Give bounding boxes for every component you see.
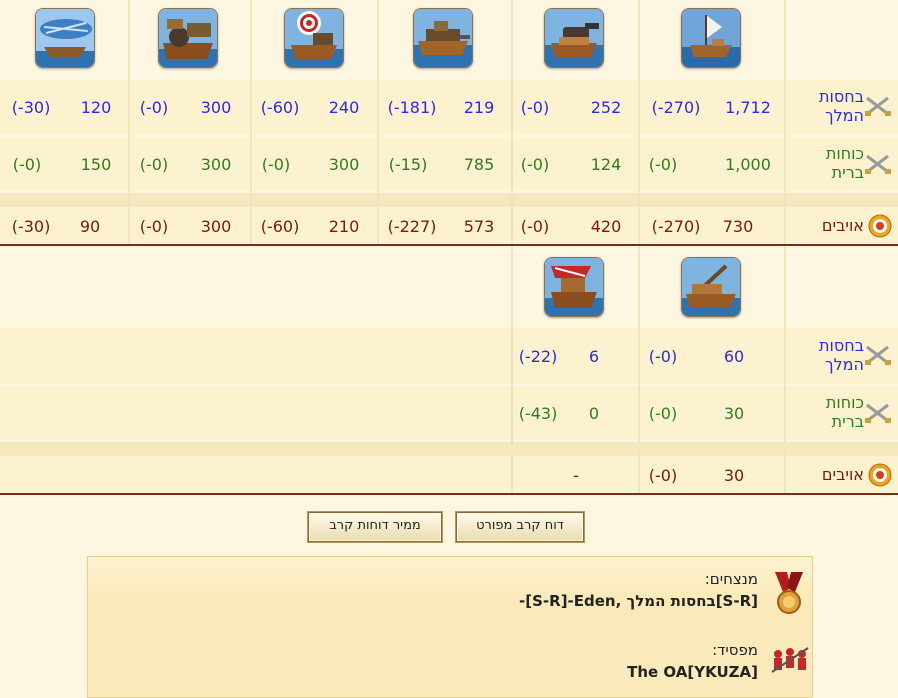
- medal-icon: [775, 572, 803, 614]
- unit-loss: (-181): [387, 98, 437, 117]
- unit-loss: (-30): [11, 217, 51, 236]
- allied-label: כוחות ברית: [825, 393, 864, 431]
- crossed-swords-icon: [865, 154, 891, 174]
- unit-count: 730: [722, 217, 754, 236]
- catapult-ship-icon: [681, 257, 741, 317]
- unit-loss: (-0): [520, 98, 550, 117]
- unit-count: 785: [463, 155, 495, 174]
- defeated-soldiers-icon: [771, 647, 809, 673]
- enemies-label: אויבים: [821, 465, 864, 484]
- unit-count: 120: [80, 98, 112, 117]
- unit-loss: (-0): [139, 217, 169, 236]
- unit-loss: (-270): [651, 98, 701, 117]
- column-separator: [511, 0, 513, 244]
- unit-loss: (-227): [387, 217, 437, 236]
- unit-count: -: [573, 466, 579, 485]
- crossed-swords-icon: [865, 403, 891, 423]
- unit-count: 1,000: [725, 155, 771, 174]
- unit-loss: (-0): [12, 155, 42, 174]
- allied-row-2: [0, 386, 898, 440]
- unit-count: 90: [79, 217, 101, 236]
- unit-loss: (-0): [648, 155, 678, 174]
- unit-count: 210: [328, 217, 360, 236]
- royal-guard-row-2: [0, 328, 898, 384]
- spacer-row-2: [0, 442, 898, 456]
- unit-loss: (-0): [648, 347, 678, 366]
- unit-count: 252: [590, 98, 622, 117]
- column-separator: [128, 0, 130, 244]
- winners-label: מנצחים:: [704, 570, 758, 588]
- unit-count: 300: [200, 155, 232, 174]
- column-separator: [784, 246, 786, 493]
- crossed-swords-icon: [865, 96, 891, 116]
- unit-count: 30: [723, 404, 745, 423]
- unit-count: 300: [200, 98, 232, 117]
- unit-loss: (-270): [651, 217, 701, 236]
- unit-count: 240: [328, 98, 360, 117]
- royal-guard-label: בחסות המלך: [819, 336, 864, 374]
- unit-count: 60: [723, 347, 745, 366]
- unit-count: 219: [463, 98, 495, 117]
- cannon-ship-icon: [544, 8, 604, 68]
- balloon-carrier-icon: [35, 8, 95, 68]
- column-separator: [784, 0, 786, 244]
- column-separator: [638, 246, 640, 493]
- column-separator: [511, 246, 513, 493]
- units-header-row-2: [0, 246, 898, 328]
- unit-loss: (-22): [518, 347, 558, 366]
- column-separator: [638, 0, 640, 244]
- mortar-ship-icon: [158, 8, 218, 68]
- loser-value: The OA[YKUZA]: [627, 663, 758, 681]
- unit-count: 30: [723, 466, 745, 485]
- cargo-ship-icon: [681, 8, 741, 68]
- detailed-report-button[interactable]: דוח קרב מפורט: [456, 512, 584, 542]
- unit-count: 0: [588, 404, 600, 423]
- spacer-row: [0, 193, 898, 207]
- unit-loss: (-0): [520, 155, 550, 174]
- unit-loss: (-0): [520, 217, 550, 236]
- allied-label: כוחות ברית: [825, 144, 864, 182]
- unit-loss: (-60): [260, 217, 300, 236]
- unit-loss: (-60): [260, 98, 300, 117]
- enemies-label: אויבים: [821, 216, 864, 235]
- unit-count: 6: [588, 347, 600, 366]
- target-icon: [868, 463, 892, 487]
- unit-loss: (-0): [139, 155, 169, 174]
- column-separator: [377, 0, 379, 244]
- column-separator: [250, 0, 252, 244]
- unit-count: 1,712: [725, 98, 771, 117]
- report-converter-button[interactable]: ממיר דוחות קרב: [308, 512, 442, 542]
- loser-label: מפסיד:: [712, 641, 758, 659]
- crossed-swords-icon: [865, 345, 891, 365]
- fire-ship-icon: [544, 257, 604, 317]
- ram-ship-icon: [413, 8, 473, 68]
- winners-value: -[S-R]-Eden, בחסות המלך[S-R]: [519, 592, 758, 610]
- unit-loss: (-15): [388, 155, 428, 174]
- unit-count: 124: [590, 155, 622, 174]
- unit-loss: (-43): [518, 404, 558, 423]
- target-icon: [868, 214, 892, 238]
- ballista-ship-icon: [284, 8, 344, 68]
- enemies-row-2: [0, 456, 898, 492]
- unit-count: 150: [80, 155, 112, 174]
- unit-count: 573: [463, 217, 495, 236]
- unit-loss: (-0): [261, 155, 291, 174]
- unit-loss: (-0): [139, 98, 169, 117]
- unit-loss: (-0): [648, 466, 678, 485]
- unit-loss: (-30): [11, 98, 51, 117]
- unit-count: 300: [200, 217, 232, 236]
- unit-loss: (-0): [648, 404, 678, 423]
- royal-guard-label: בחסות המלך: [819, 87, 864, 125]
- unit-count: 420: [590, 217, 622, 236]
- section-divider: [0, 493, 898, 495]
- unit-count: 300: [328, 155, 360, 174]
